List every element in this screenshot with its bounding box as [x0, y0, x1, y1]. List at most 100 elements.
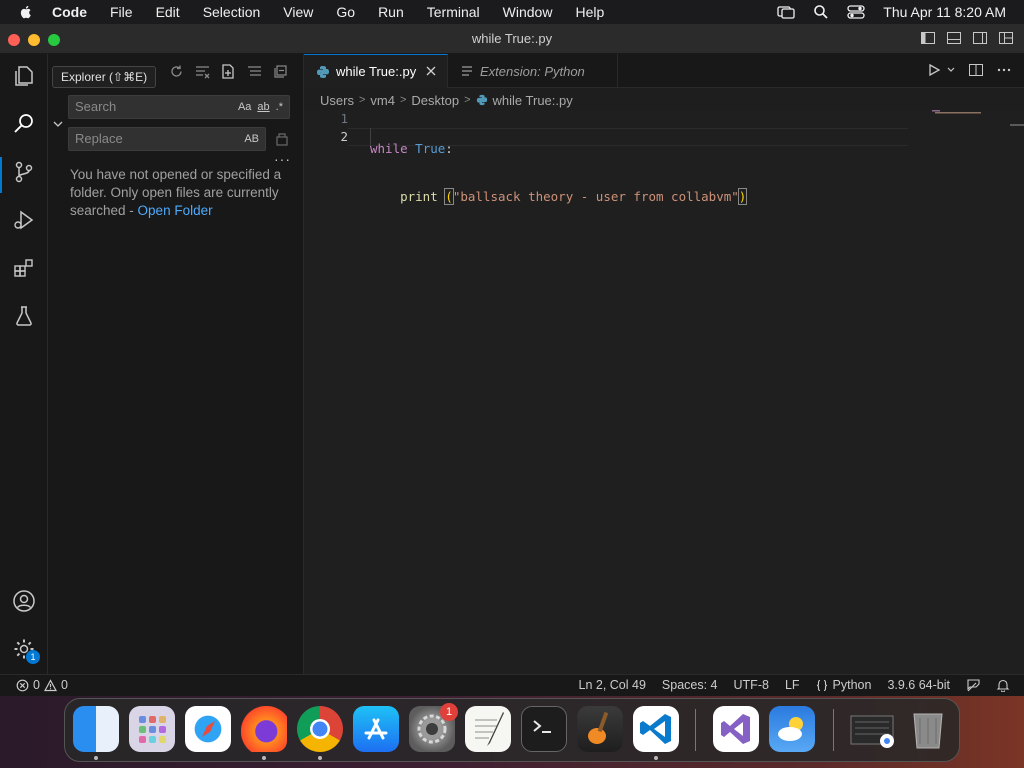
window-title: while True:.py — [471, 31, 553, 46]
view-as-tree-icon[interactable] — [246, 63, 263, 80]
replace-input[interactable]: Replace AB — [68, 127, 266, 151]
problems-status[interactable]: 0 0 — [16, 678, 68, 692]
menu-run[interactable]: Run — [378, 4, 404, 20]
close-tab-icon[interactable] — [425, 65, 437, 77]
garageband-icon[interactable] — [577, 706, 623, 752]
active-view-indicator — [0, 157, 2, 193]
breadcrumb-desktop[interactable]: Desktop — [411, 93, 459, 108]
downloads-stack-icon[interactable] — [849, 706, 895, 752]
manage-update-badge: 1 — [26, 650, 40, 664]
source-control-icon[interactable] — [12, 160, 36, 184]
indentation-setting[interactable]: Spaces: 4 — [662, 678, 718, 692]
run-options-chevron-icon[interactable] — [946, 62, 956, 78]
terminal-icon[interactable] — [521, 706, 567, 752]
breadcrumb-separator-icon: > — [399, 94, 407, 106]
finder-icon[interactable] — [73, 706, 119, 752]
menu-view[interactable]: View — [283, 4, 313, 20]
launchpad-icon[interactable] — [129, 706, 175, 752]
menu-edit[interactable]: Edit — [156, 4, 180, 20]
explorer-icon[interactable] — [12, 64, 36, 88]
menu-go[interactable]: Go — [336, 4, 355, 20]
collapse-all-icon[interactable] — [272, 63, 289, 80]
no-folder-message: You have not opened or specified a folde… — [70, 166, 290, 220]
breadcrumb-vm4[interactable]: vm4 — [370, 93, 395, 108]
refresh-icon[interactable] — [168, 63, 185, 80]
menu-selection[interactable]: Selection — [203, 4, 261, 20]
tab-extension-python[interactable]: Extension: Python — [448, 54, 618, 88]
code-line-1[interactable]: while True: — [370, 140, 746, 158]
minimap[interactable] — [932, 110, 984, 114]
keyword-token: while — [370, 141, 408, 156]
vscode-icon[interactable] — [633, 706, 679, 752]
chrome-icon[interactable] — [297, 706, 343, 752]
python-file-icon — [317, 65, 329, 78]
open-folder-link[interactable]: Open Folder — [138, 203, 213, 218]
error-icon — [16, 679, 29, 691]
code-lines[interactable]: while True: print ("ballsack theory - us… — [370, 110, 748, 236]
code-editor[interactable]: 1 2 while True: print ("ballsack theory … — [304, 110, 1024, 674]
end-of-line-setting[interactable]: LF — [785, 678, 800, 692]
cursor-position[interactable]: Ln 2, Col 49 — [579, 678, 646, 692]
search-icon[interactable] — [12, 112, 36, 136]
warning-icon — [43, 678, 57, 691]
firefox-icon[interactable] — [241, 706, 287, 752]
notifications-bell-icon[interactable] — [996, 678, 1010, 692]
weather-icon[interactable] — [769, 706, 815, 752]
split-editor-icon[interactable] — [968, 62, 984, 78]
code-line-2[interactable]: print ("ballsack theory - user from coll… — [370, 188, 748, 206]
app-store-icon[interactable] — [353, 706, 399, 752]
search-input[interactable]: Search Aa ab .* — [68, 95, 290, 119]
language-label: Python — [832, 678, 872, 692]
spotlight-search-icon[interactable] — [813, 4, 829, 20]
more-actions-icon[interactable] — [996, 62, 1012, 78]
textedit-icon[interactable] — [465, 706, 511, 752]
line-number-current: 2 — [340, 129, 348, 144]
new-search-editor-icon[interactable] — [220, 63, 237, 80]
menu-app-name[interactable]: Code — [52, 4, 87, 20]
replace-all-icon[interactable] — [274, 131, 290, 147]
language-mode[interactable]: Python — [816, 678, 872, 692]
visual-studio-icon[interactable] — [713, 706, 759, 752]
dock-separator — [695, 709, 696, 751]
explorer-tooltip: Explorer (⇧⌘E) — [52, 66, 157, 88]
safari-icon[interactable] — [185, 706, 231, 752]
feedback-icon[interactable] — [966, 678, 980, 692]
replace-input-placeholder: Replace — [75, 131, 123, 146]
control-center-icon[interactable] — [847, 4, 865, 20]
toggle-search-details-button[interactable]: ··· — [274, 151, 291, 167]
run-and-debug-icon[interactable] — [12, 208, 36, 232]
extensions-icon[interactable] — [12, 256, 36, 280]
running-indicator — [654, 756, 658, 760]
screen-mirroring-icon[interactable] — [777, 4, 795, 20]
trash-icon[interactable] — [905, 706, 951, 752]
apple-icon[interactable] — [18, 4, 34, 20]
window-titlebar: while True:.py — [0, 24, 1024, 54]
run-python-file-icon[interactable] — [926, 62, 942, 78]
dock-separator — [833, 709, 834, 751]
toggle-panel-icon[interactable] — [946, 30, 962, 46]
toggle-replace-chevron-icon[interactable] — [52, 118, 64, 130]
match-whole-word-toggle[interactable]: ab — [257, 96, 269, 118]
match-case-toggle[interactable]: Aa — [238, 96, 251, 118]
menu-window[interactable]: Window — [503, 4, 553, 20]
toggle-secondary-sidebar-icon[interactable] — [972, 30, 988, 46]
breadcrumb-separator-icon: > — [464, 94, 471, 106]
customize-layout-icon[interactable] — [998, 30, 1014, 46]
accounts-icon[interactable] — [12, 589, 36, 613]
extension-list-icon — [462, 66, 472, 76]
tab-while-true-py[interactable]: while True:.py — [304, 54, 448, 88]
menu-help[interactable]: Help — [575, 4, 604, 20]
use-regex-toggle[interactable]: .* — [276, 96, 283, 118]
preserve-case-toggle[interactable]: AB — [244, 128, 259, 150]
encoding-setting[interactable]: UTF-8 — [734, 678, 769, 692]
menu-terminal[interactable]: Terminal — [427, 4, 480, 20]
toggle-primary-sidebar-icon[interactable] — [920, 30, 936, 46]
breadcrumb-file[interactable]: while True:.py — [493, 93, 573, 108]
menubar-clock[interactable]: Thu Apr 11 8:20 AM — [883, 4, 1006, 20]
menu-file[interactable]: File — [110, 4, 133, 20]
breadcrumb-users[interactable]: Users — [320, 93, 354, 108]
python-interpreter[interactable]: 3.9.6 64-bit — [887, 678, 950, 692]
clear-results-icon[interactable] — [194, 63, 211, 80]
testing-icon[interactable] — [12, 304, 36, 328]
macos-menubar: Code File Edit Selection View Go Run Ter… — [0, 0, 1024, 24]
